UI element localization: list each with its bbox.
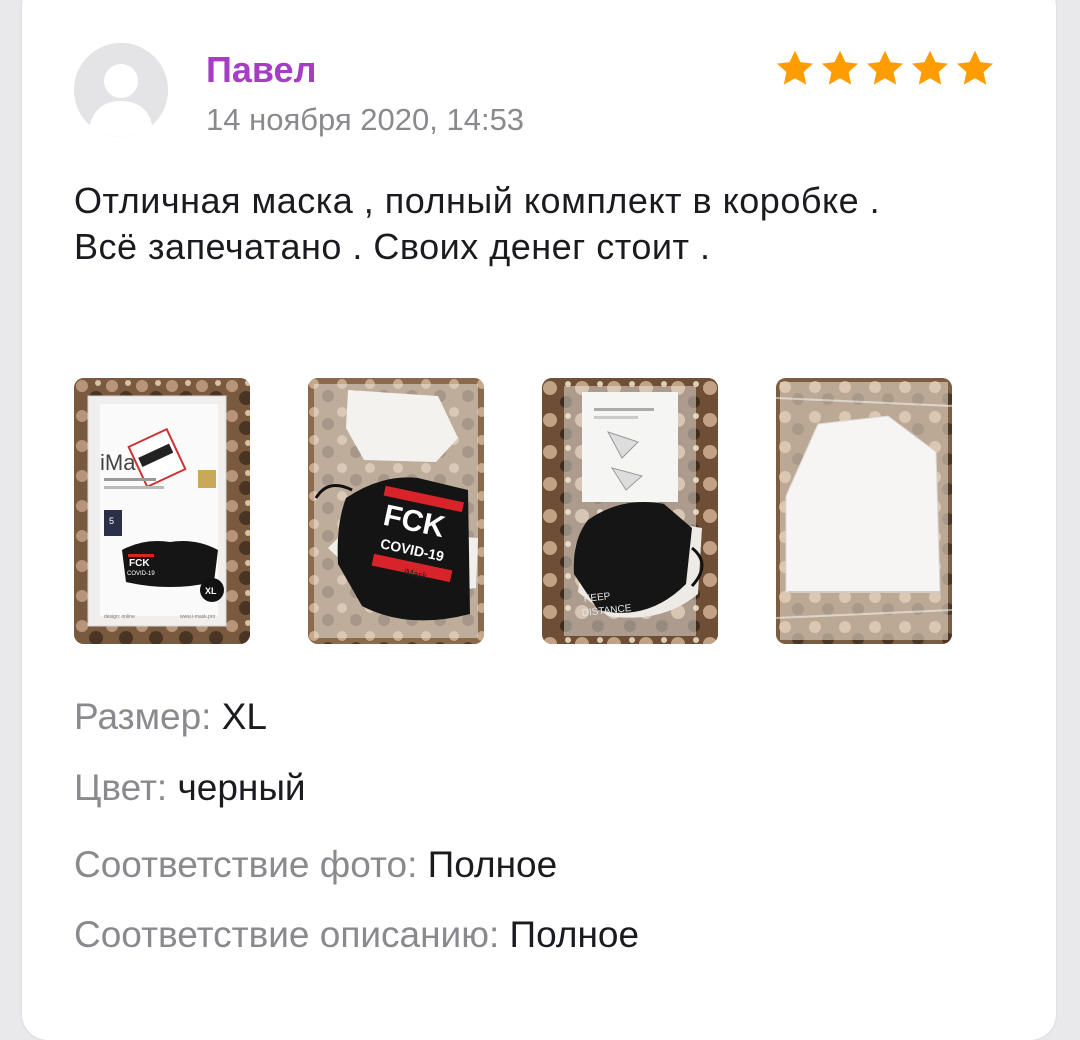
- review-photo-filter[interactable]: [776, 378, 952, 644]
- review-photo-box[interactable]: iMa 5 FCK COVID-19 XL design: online www…: [74, 378, 250, 644]
- star-icon: [864, 48, 906, 90]
- review-date: 14 ноября 2020, 14:53: [206, 102, 525, 137]
- attribute-value: Полное: [427, 844, 558, 885]
- attribute-label: Размер:: [74, 696, 212, 737]
- box-url-text: www.i-mask.pro: [180, 614, 216, 620]
- attribute-size: Размер: XL: [74, 696, 267, 738]
- star-icon: [954, 48, 996, 90]
- attribute-value: Полное: [509, 914, 640, 955]
- attribute-color: Цвет: черный: [74, 767, 306, 809]
- star-icon: [909, 48, 951, 90]
- attribute-photo-match: Соответствие фото: Полное: [74, 844, 557, 886]
- star-icon: [774, 48, 816, 90]
- box-design-text: design: online: [104, 614, 135, 620]
- review-text: Отличная маска , полный комплект в короб…: [74, 180, 881, 267]
- attribute-label: Цвет:: [74, 767, 168, 808]
- review-photo-mask-front[interactable]: FCK COVID-19 iMask: [308, 378, 484, 644]
- review-photo-mask-back[interactable]: KEEP DISTANCE: [542, 378, 718, 644]
- box-count-text: 5: [109, 516, 114, 526]
- attribute-label: Соответствие описанию:: [74, 914, 500, 955]
- box-mask-fck-text: FCK: [129, 558, 150, 569]
- user-placeholder-icon: [74, 43, 168, 137]
- attribute-value: черный: [177, 767, 306, 808]
- rating-stars: [774, 48, 996, 90]
- box-size-text: XL: [205, 586, 217, 596]
- attribute-description-match: Соответствие описанию: Полное: [74, 914, 639, 956]
- star-icon: [819, 48, 861, 90]
- author-name[interactable]: Павел: [206, 50, 316, 90]
- review-photos: iMa 5 FCK COVID-19 XL design: online www…: [74, 378, 952, 644]
- avatar[interactable]: [74, 43, 168, 137]
- attribute-label: Соответствие фото:: [74, 844, 418, 885]
- review-card: Павел 14 ноября 2020, 14:53 Отличная мас…: [22, 0, 1056, 1040]
- box-mask-covid-text: COVID-19: [127, 571, 155, 577]
- attribute-value: XL: [221, 696, 267, 737]
